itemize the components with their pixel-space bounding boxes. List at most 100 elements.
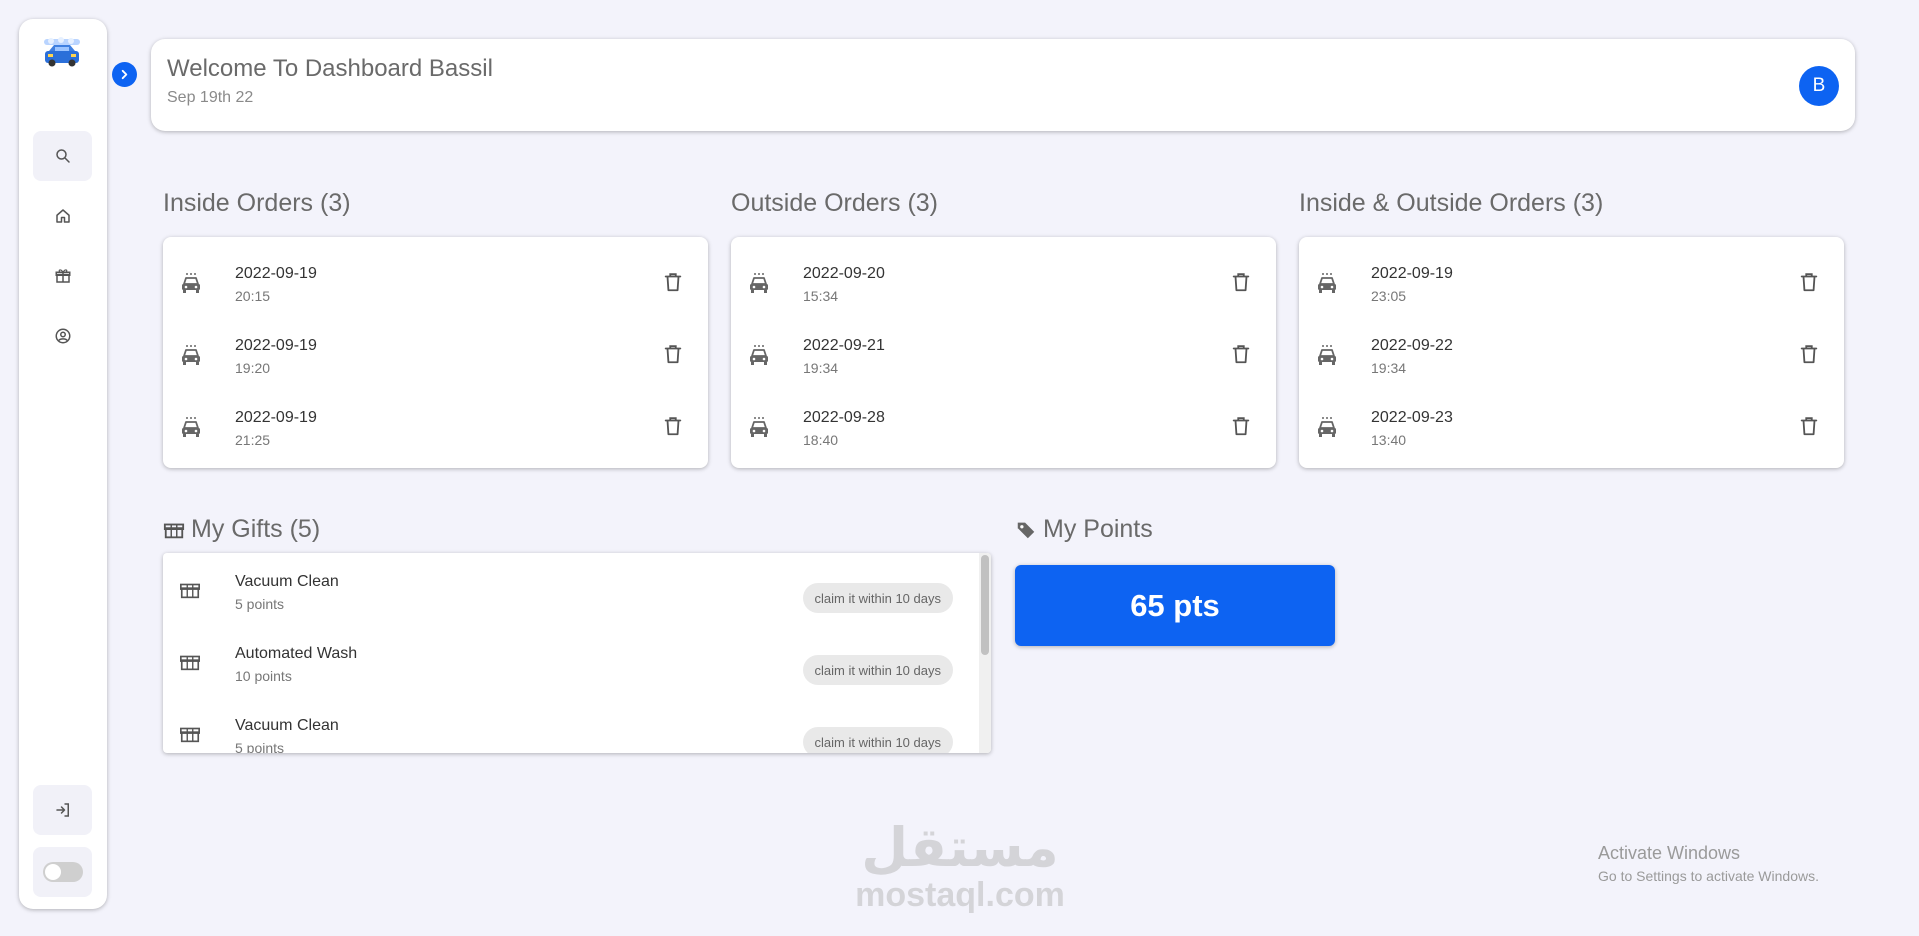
car-wash-icon (179, 271, 203, 295)
trash-icon[interactable] (662, 415, 684, 437)
welcome-title: Welcome To Dashboard Bassil (167, 55, 493, 82)
outside-order-row[interactable]: 2022-09-28 18:40 (731, 389, 1276, 461)
expand-sidebar-button[interactable] (112, 62, 137, 87)
gift-row[interactable]: Vacuum Clean 5 points claim it within 10 d… (163, 697, 979, 753)
sidebar-item-search[interactable] (33, 131, 92, 181)
claim-deadline-chip[interactable]: claim it within 10 days (802, 583, 953, 613)
points-balance: 65 pts (1015, 565, 1335, 646)
search-icon (55, 149, 70, 163)
order-date: 2022-09-21 (803, 337, 885, 354)
trash-icon[interactable] (1798, 271, 1820, 293)
gift-box-icon (163, 523, 185, 538)
trash-icon[interactable] (662, 343, 684, 365)
gift-points: 10 points (235, 668, 292, 684)
mostaql-watermark: مستقل mostaql.com (843, 816, 1077, 914)
car-wash-icon (179, 415, 203, 439)
order-date: 2022-09-22 (1371, 337, 1453, 354)
sidebar-item-gifts[interactable] (33, 251, 92, 301)
dark-mode-toggle[interactable] (42, 862, 83, 882)
inside-orders-card: 2022-09-19 20:15 2022-09-19 19:20 2022-09-19… (163, 237, 708, 468)
gifts-list[interactable]: Vacuum Clean 5 points claim it within 10 d… (163, 553, 991, 753)
gift-row[interactable]: Vacuum Clean 5 points claim it within 10 d… (163, 553, 979, 625)
order-time: 20:15 (235, 288, 271, 304)
trash-icon[interactable] (1230, 343, 1252, 365)
inside-orders-title: Inside Orders (3) (163, 189, 351, 217)
inout-order-row[interactable]: 2022-09-22 19:34 (1299, 317, 1844, 389)
toggle-knob (44, 864, 61, 880)
order-time: 13:40 (1371, 432, 1407, 448)
order-date: 2022-09-23 (1371, 409, 1453, 426)
order-time: 23:05 (1371, 288, 1407, 304)
car-wash-icon (1315, 343, 1339, 367)
car-wash-icon (747, 415, 771, 439)
activate-windows-title: Activate Windows (1598, 843, 1741, 863)
gift-box-icon (179, 579, 203, 603)
my-gifts-heading: My Gifts (5) (163, 515, 320, 544)
activate-windows-notice: Activate Windows Go to Settings to activ… (1598, 843, 1819, 884)
watermark-latin: mostaql.com (855, 876, 1065, 914)
gift-box-icon (179, 723, 203, 747)
gift-name: Automated Wash (235, 645, 358, 662)
car-wash-logo (41, 35, 83, 71)
car-wash-icon (179, 343, 203, 367)
gift-row[interactable]: Automated Wash 10 points claim it within 1… (163, 625, 979, 697)
home-icon (55, 209, 70, 223)
order-date: 2022-09-19 (235, 265, 317, 282)
my-points-heading: My Points (1015, 515, 1153, 544)
inout-order-row[interactable]: 2022-09-19 23:05 (1299, 245, 1844, 317)
order-time: 15:34 (803, 288, 839, 304)
outside-orders-card: 2022-09-20 15:34 2022-09-21 19:34 2022-09-28… (731, 237, 1276, 468)
order-time: 19:20 (235, 360, 271, 376)
welcome-header: Welcome To Dashboard Bassil Sep 19th 22 … (151, 39, 1855, 131)
gift-icon (55, 269, 70, 283)
trash-icon[interactable] (662, 271, 684, 293)
order-time: 19:34 (803, 360, 839, 376)
order-date: 2022-09-20 (803, 265, 885, 282)
claim-deadline-chip[interactable]: claim it within 10 days (802, 655, 953, 685)
claim-deadline-chip[interactable]: claim it within 10 days (802, 727, 953, 753)
gift-box-icon (179, 651, 203, 675)
gift-name: Vacuum Clean (235, 573, 339, 590)
logout-icon (55, 803, 69, 817)
inside-order-row[interactable]: 2022-09-19 21:25 (163, 389, 708, 461)
my-gifts-title: My Gifts (5) (191, 515, 321, 543)
trash-icon[interactable] (1798, 343, 1820, 365)
car-wash-icon (1315, 271, 1339, 295)
inout-orders-title: Inside & Outside Orders (3) (1299, 189, 1604, 217)
chevron-right-icon (121, 69, 128, 80)
user-avatar[interactable]: B (1799, 66, 1839, 106)
sidebar-item-home[interactable] (33, 191, 92, 241)
inout-orders-card: 2022-09-19 23:05 2022-09-22 19:34 2022-09-23… (1299, 237, 1844, 468)
logout-button[interactable] (33, 785, 92, 835)
gifts-scrollbar[interactable] (979, 553, 991, 753)
watermark-arabic: مستقل (861, 816, 1059, 879)
order-time: 18:40 (803, 432, 839, 448)
outside-order-row[interactable]: 2022-09-21 19:34 (731, 317, 1276, 389)
order-date: 2022-09-19 (235, 409, 317, 426)
activate-windows-subtitle: Go to Settings to activate Windows. (1598, 868, 1819, 884)
my-points-title: My Points (1043, 515, 1153, 543)
sidebar (19, 19, 137, 909)
order-date: 2022-09-19 (1371, 265, 1453, 282)
tag-icon (1017, 522, 1035, 538)
gift-name: Vacuum Clean (235, 717, 339, 734)
trash-icon[interactable] (1230, 415, 1252, 437)
inside-order-row[interactable]: 2022-09-19 19:20 (163, 317, 708, 389)
current-date: Sep 19th 22 (167, 89, 254, 106)
inside-order-row[interactable]: 2022-09-19 20:15 (163, 245, 708, 317)
car-wash-icon (747, 343, 771, 367)
gifts-scrollbar-thumb[interactable] (981, 555, 989, 655)
outside-order-row[interactable]: 2022-09-20 15:34 (731, 245, 1276, 317)
inout-order-row[interactable]: 2022-09-23 13:40 (1299, 389, 1844, 461)
trash-icon[interactable] (1798, 415, 1820, 437)
gift-points: 5 points (235, 740, 285, 753)
theme-toggle-container (33, 847, 92, 897)
order-time: 19:34 (1371, 360, 1407, 376)
order-date: 2022-09-28 (803, 409, 885, 426)
gift-points: 5 points (235, 596, 285, 612)
sidebar-item-profile[interactable] (33, 311, 92, 361)
user-circle-icon (55, 328, 70, 344)
trash-icon[interactable] (1230, 271, 1252, 293)
order-date: 2022-09-19 (235, 337, 317, 354)
outside-orders-title: Outside Orders (3) (731, 189, 939, 217)
